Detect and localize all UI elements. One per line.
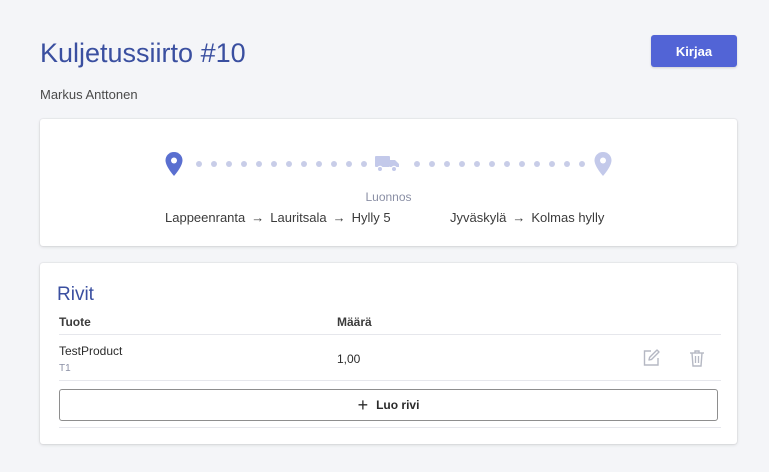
add-row-label: Luo rivi bbox=[376, 398, 420, 412]
origin-city: Lappeenranta bbox=[165, 210, 246, 225]
route-dots-left bbox=[196, 161, 367, 167]
page-title: Kuljetussiirto #10 bbox=[40, 38, 246, 68]
arrow-icon: → bbox=[512, 210, 526, 225]
divider bbox=[59, 427, 721, 428]
plus-icon: + bbox=[357, 395, 369, 415]
delete-row-button[interactable] bbox=[686, 347, 708, 369]
route-dots-right bbox=[414, 161, 585, 167]
transfer-status: Luonnos bbox=[365, 190, 412, 204]
destination-city: Jyväskylä bbox=[450, 210, 507, 225]
origin-spot: Hylly 5 bbox=[351, 210, 391, 225]
arrow-icon: → bbox=[332, 210, 346, 225]
route-destination: Jyväskylä → Kolmas hylly bbox=[450, 210, 604, 225]
arrow-icon: → bbox=[251, 210, 265, 225]
kirjaa-button[interactable]: Kirjaa bbox=[651, 35, 737, 67]
product-code: T1 bbox=[59, 363, 71, 374]
edit-icon bbox=[643, 349, 660, 366]
map-pin-icon bbox=[594, 152, 612, 176]
add-row-button[interactable]: + Luo rivi bbox=[59, 389, 718, 421]
page-subtitle: Markus Anttonen bbox=[40, 87, 138, 102]
edit-row-button[interactable] bbox=[640, 347, 662, 369]
map-pin-icon bbox=[165, 152, 183, 176]
origin-area: Lauritsala bbox=[270, 210, 327, 225]
column-header-product: Tuote bbox=[59, 315, 91, 329]
trash-icon bbox=[690, 350, 704, 367]
page: Kuljetussiirto #10 Markus Anttonen Kirja… bbox=[0, 0, 769, 472]
route-card: Luonnos Lappeenranta → Lauritsala → Hylly 5 … bbox=[40, 119, 737, 246]
row-quantity: 1,00 bbox=[337, 352, 361, 366]
divider bbox=[59, 334, 721, 335]
column-header-quantity: Määrä bbox=[337, 315, 372, 329]
rows-title: Rivit bbox=[57, 284, 94, 305]
truck-icon bbox=[375, 156, 399, 173]
rows-card: Rivit Tuote Määrä TestProduct T1 1,00 + … bbox=[40, 263, 737, 444]
destination-spot: Kolmas hylly bbox=[531, 210, 605, 225]
route-origin: Lappeenranta → Lauritsala → Hylly 5 bbox=[165, 210, 391, 225]
product-name: TestProduct bbox=[59, 344, 123, 358]
divider bbox=[59, 380, 721, 381]
